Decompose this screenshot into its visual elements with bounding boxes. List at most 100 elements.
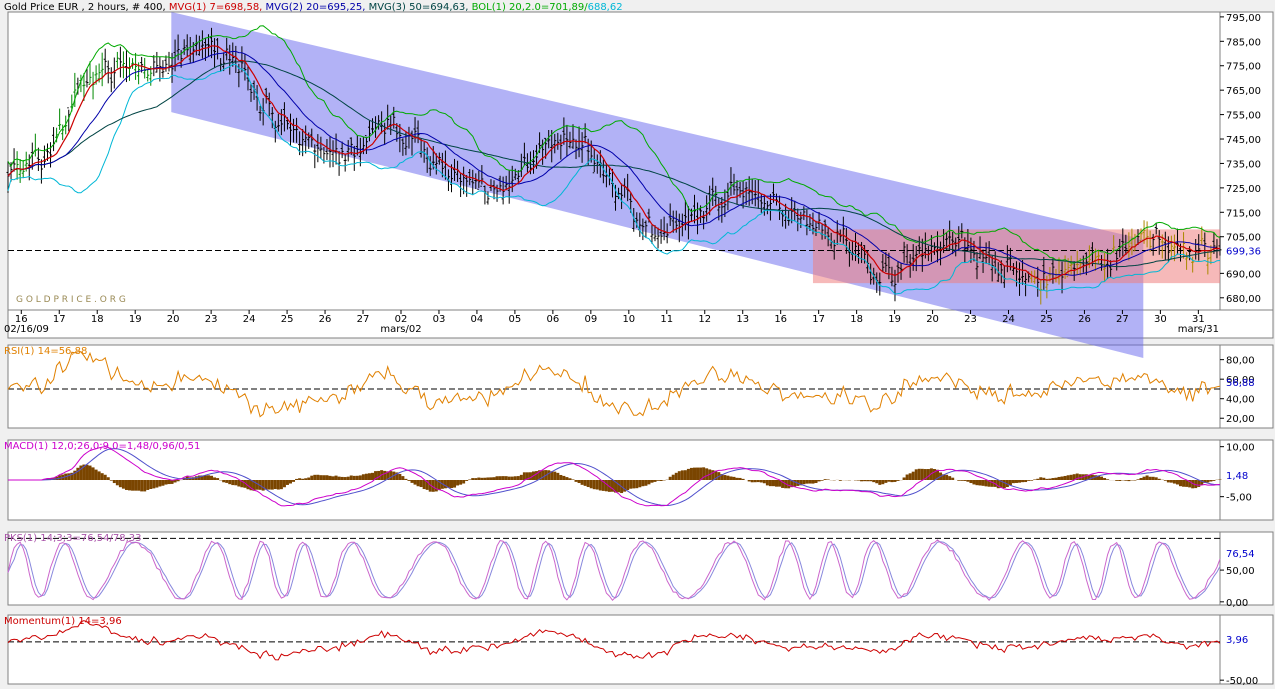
macd-hist-bar xyxy=(1027,480,1031,481)
macd-hist-bar xyxy=(456,480,460,486)
macd-hist-bar xyxy=(826,479,830,480)
macd-hist-bar xyxy=(838,480,842,481)
macd-hist-bar xyxy=(650,480,654,483)
macd-hist-bar xyxy=(668,476,672,480)
x-tick-label: 26 xyxy=(1078,314,1091,325)
x-tick-label: 23 xyxy=(205,314,218,325)
macd-hist-bar xyxy=(489,477,493,480)
rsi-last-label: 56,88 xyxy=(1226,378,1255,389)
macd-hist-bar xyxy=(1103,478,1107,480)
macd-hist-bar xyxy=(1169,480,1173,483)
macd-hist-bar xyxy=(872,480,876,483)
macd-hist-bar xyxy=(975,480,979,486)
macd-hist-bar xyxy=(732,476,736,480)
macd-hist-bar xyxy=(1145,475,1149,480)
macd-hist-bar xyxy=(699,467,703,480)
macd-hist-bar xyxy=(817,480,821,482)
macd-hist-bar xyxy=(759,480,763,483)
macd-hist-bar xyxy=(401,476,405,480)
macd-hist-bar xyxy=(301,478,305,480)
macd-hist-bar xyxy=(580,480,584,485)
macd-hist-bar xyxy=(325,475,329,480)
macd-hist-bar xyxy=(468,479,472,480)
macd-hist-bar xyxy=(316,474,320,480)
macd-hist-bar xyxy=(802,480,806,485)
macd-hist-bar xyxy=(960,480,964,481)
macd-y-label: -5,00 xyxy=(1226,493,1252,504)
x-tick-label: 03 xyxy=(433,314,446,325)
macd-hist-bar xyxy=(337,476,341,480)
macd-hist-bar xyxy=(674,472,678,480)
macd-hist-bar xyxy=(1182,480,1186,487)
macd-hist-bar xyxy=(474,478,478,480)
macd-hist-bar xyxy=(905,474,909,480)
macd-hist-bar xyxy=(462,480,466,484)
macd-hist-bar xyxy=(617,480,621,493)
macd-hist-bar xyxy=(686,468,690,480)
macd-hist-bar xyxy=(1039,477,1043,480)
macd-hist-bar xyxy=(1139,478,1143,480)
macd-hist-bar xyxy=(963,480,967,481)
macd-hist-bar xyxy=(1136,479,1140,480)
macd-hist-bar xyxy=(1002,480,1006,489)
macd-hist-bar xyxy=(747,480,751,482)
chart-canvas[interactable]: 795,00 785,00 775,00 765,00 755,00 745,00 735,… xyxy=(0,0,1275,689)
macd-hist-bar xyxy=(577,480,581,484)
mvg2-label: MVG(2) 20=695,25, xyxy=(265,2,369,13)
macd-hist-bar xyxy=(131,480,135,491)
momentum-y-label: -50,00 xyxy=(1226,676,1258,687)
macd-hist-bar xyxy=(990,480,994,487)
x-tick-label: 30 xyxy=(1154,314,1167,325)
macd-hist-bar xyxy=(866,480,870,482)
x-tick-label: 16 xyxy=(774,314,787,325)
macd-hist-bar xyxy=(158,480,162,487)
macd-hist-bar xyxy=(768,480,772,487)
macd-hist-bar xyxy=(574,480,578,482)
macd-hist-bar xyxy=(671,474,675,480)
macd-hist-bar xyxy=(653,480,657,482)
macd-hist-bar xyxy=(948,476,952,480)
macd-hist-bar xyxy=(434,480,438,492)
macd-hist-bar xyxy=(103,474,107,480)
macd-hist-bar xyxy=(635,480,639,489)
rsi-title: RSI(1) 14=56,88 xyxy=(4,346,87,357)
macd-hist-bar xyxy=(1018,480,1022,483)
rsi-y-label: 40,00 xyxy=(1226,395,1255,406)
macd-hist-bar xyxy=(128,480,132,491)
macd-hist-bar xyxy=(371,472,375,480)
macd-hist-bar xyxy=(91,467,95,480)
macd-hist-bar xyxy=(231,480,235,486)
macd-hist-bar xyxy=(404,478,408,480)
x-tick-label: 09 xyxy=(584,314,597,325)
macd-hist-bar xyxy=(480,477,484,480)
macd-hist-bar xyxy=(282,480,286,488)
macd-hist-bar xyxy=(775,480,779,487)
macd-hist-bar xyxy=(465,480,469,481)
rsi-panel xyxy=(7,344,1221,429)
macd-hist-bar xyxy=(304,478,308,480)
macd-hist-bar xyxy=(553,471,557,480)
macd-hist-bar xyxy=(310,475,314,480)
macd-hist-bar xyxy=(972,480,976,485)
macd-hist-bar xyxy=(486,477,490,480)
macd-hist-bar xyxy=(647,480,651,485)
macd-hist-bar xyxy=(416,480,420,487)
macd-hist-bar xyxy=(510,476,514,480)
instrument-label: Gold Price EUR , 2 hours, # 400, xyxy=(4,2,169,13)
macd-hist-bar xyxy=(1157,478,1161,480)
macd-hist-bar xyxy=(267,480,271,490)
macd-hist-bar xyxy=(726,475,730,480)
x-tick-label: 25 xyxy=(281,314,294,325)
macd-hist-bar xyxy=(143,480,147,492)
macd-hist-bar xyxy=(276,480,280,490)
macd-hist-bar xyxy=(860,480,864,482)
macd-hist-bar xyxy=(814,480,818,483)
macd-hist-bar xyxy=(1021,480,1025,483)
macd-hist-bar xyxy=(367,473,371,480)
price-y-label: 735,00 xyxy=(1226,159,1261,170)
macd-hist-bar xyxy=(112,480,116,484)
macd-hist-bar xyxy=(641,480,645,487)
macd-hist-bar xyxy=(295,478,299,480)
macd-hist-bar xyxy=(1154,477,1158,480)
macd-hist-bar xyxy=(1036,478,1040,480)
